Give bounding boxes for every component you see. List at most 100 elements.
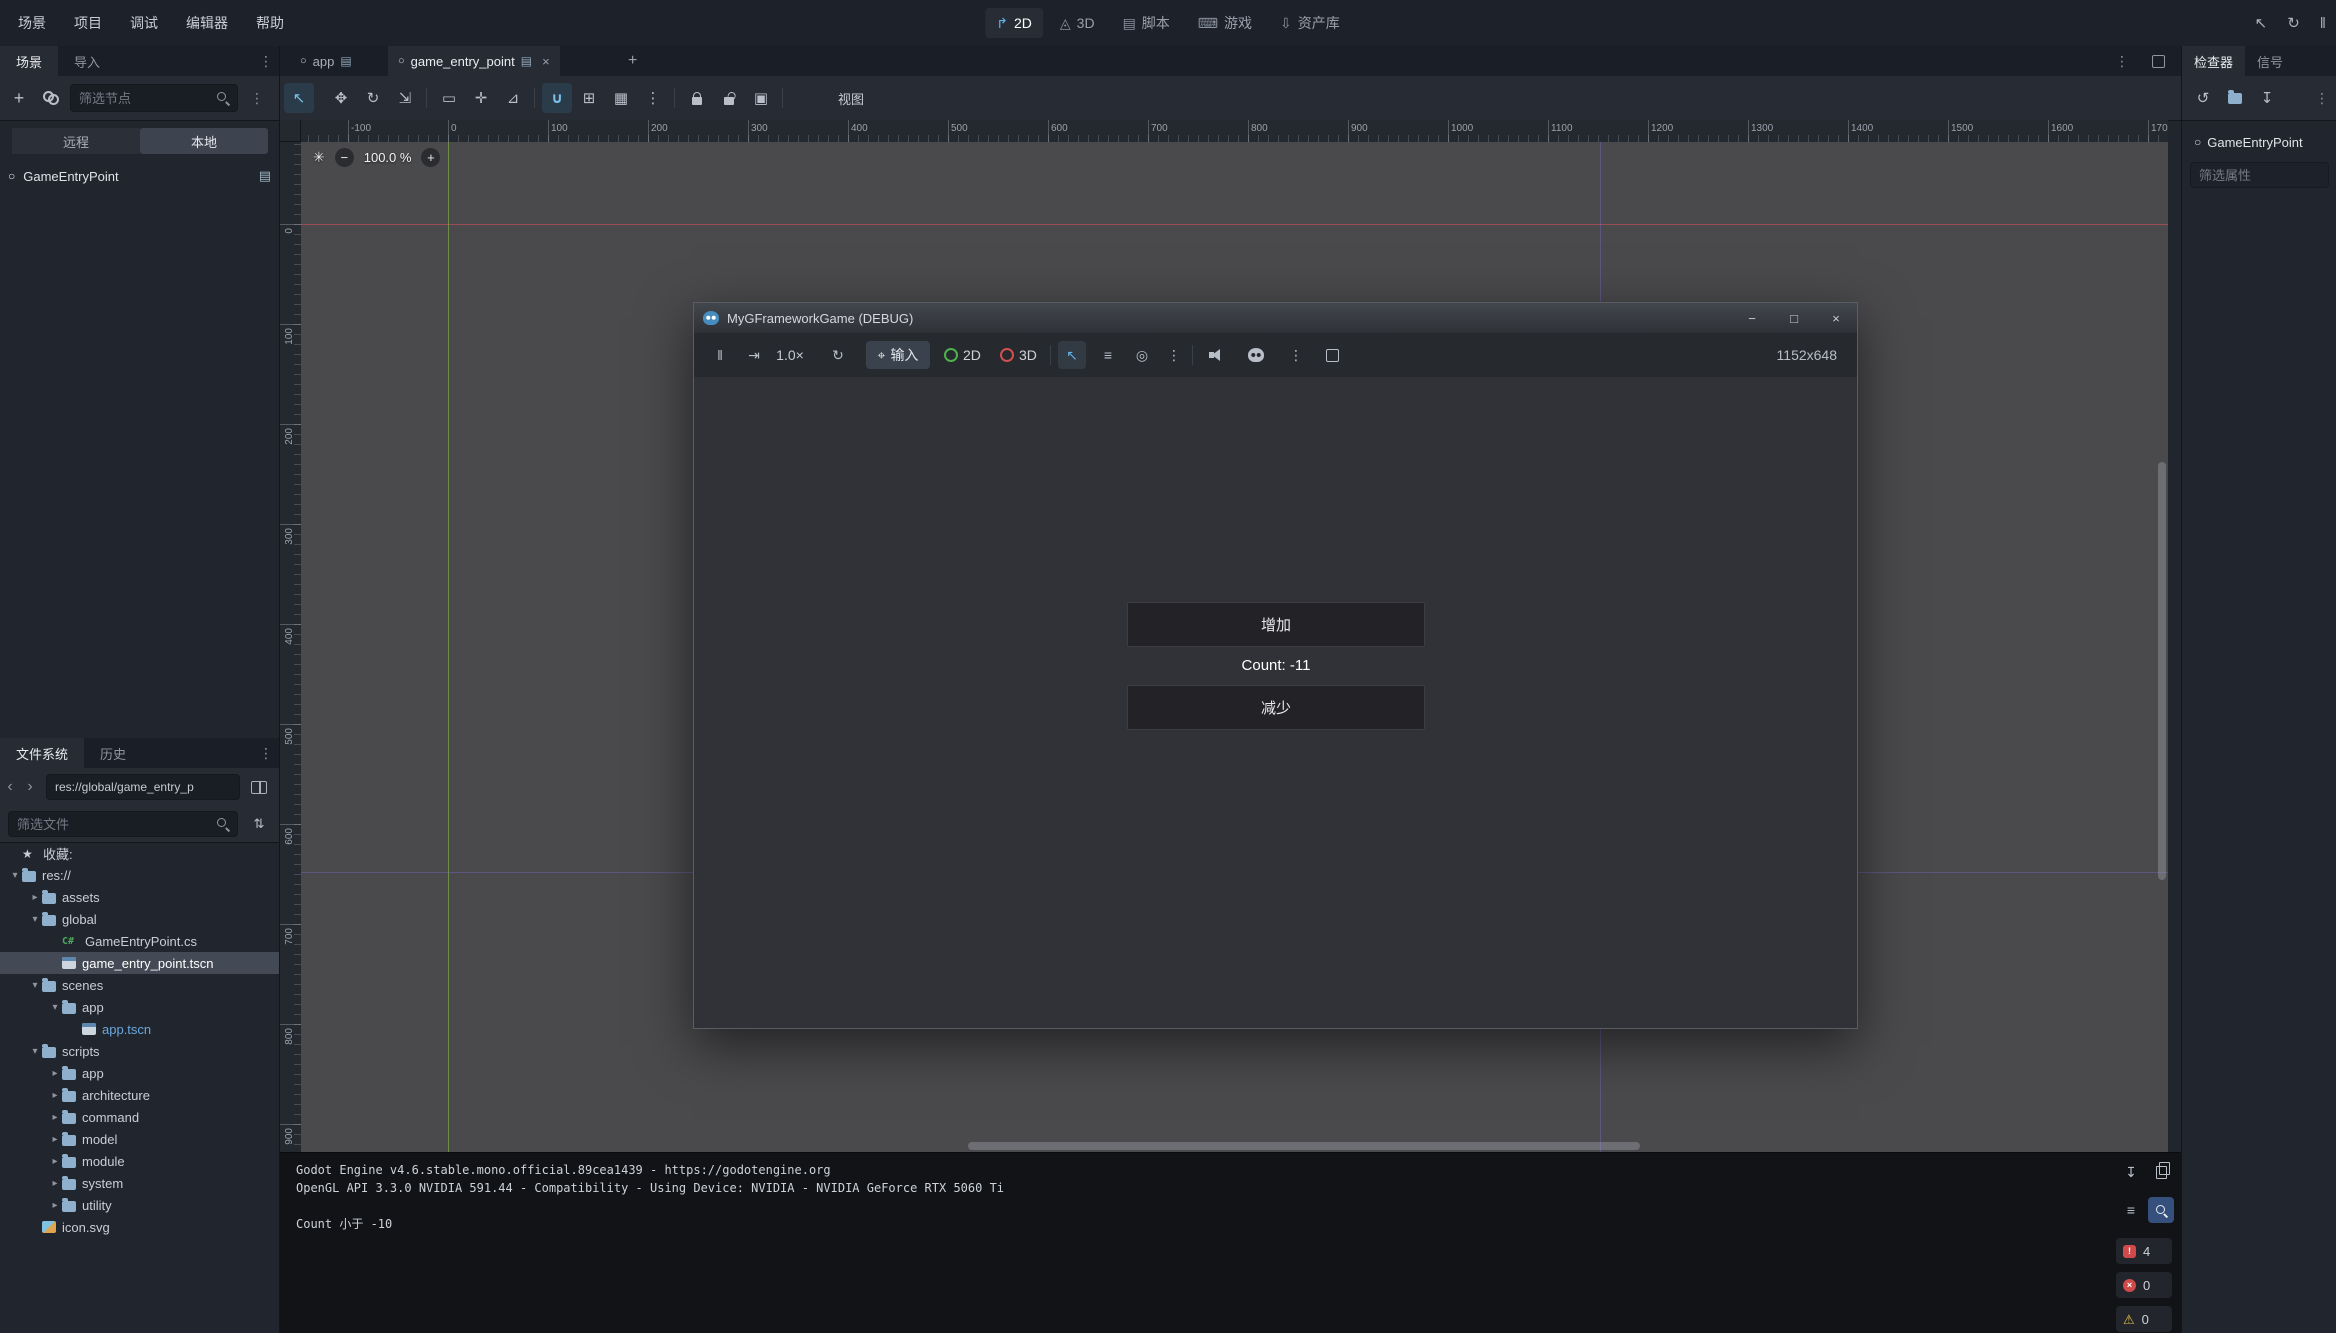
tab-filesystem[interactable]: 文件系统 bbox=[0, 738, 84, 768]
zoom-level[interactable]: 100.0 % bbox=[364, 150, 412, 165]
pause-game-icon[interactable]: ‖ bbox=[706, 341, 734, 369]
speed-label[interactable]: 1.0× bbox=[776, 341, 804, 369]
visibility-icon[interactable]: ◎ bbox=[1128, 341, 1156, 369]
warnings-badge[interactable]: ⚠ 0 bbox=[2116, 1306, 2172, 1332]
menu-project[interactable]: 项目 bbox=[60, 0, 116, 46]
file-tree-item[interactable]: ▸module bbox=[0, 1150, 279, 1172]
unlock-button[interactable] bbox=[714, 83, 744, 113]
file-tree-item[interactable]: ▾global bbox=[0, 908, 279, 930]
move-tool-button[interactable]: ✥ bbox=[326, 83, 356, 113]
game-more-icon[interactable]: ⋮ bbox=[1160, 341, 1188, 369]
input-mode-button[interactable]: ⌖ 输入 bbox=[866, 341, 930, 369]
file-tree-item[interactable]: app.tscn bbox=[0, 1018, 279, 1040]
zoom-out-button[interactable]: − bbox=[335, 148, 354, 167]
minimize-button[interactable]: − bbox=[1731, 303, 1773, 333]
word-wrap-button[interactable]: ≡ bbox=[2118, 1197, 2144, 1223]
grid-toggle-button[interactable]: ▦ bbox=[606, 83, 636, 113]
tab-import-dock[interactable]: 导入 bbox=[58, 46, 116, 76]
filter-nodes-input[interactable] bbox=[70, 84, 238, 112]
3d-mode-button[interactable]: 3D bbox=[1000, 341, 1037, 369]
script-badge-icon[interactable]: ▤ bbox=[340, 54, 351, 68]
errors-badge[interactable]: × 0 bbox=[2116, 1272, 2172, 1298]
pick-icon[interactable]: ↖ bbox=[2255, 14, 2268, 32]
inspector-more-icon[interactable]: ⋮ bbox=[2311, 83, 2333, 113]
ruler-tool-button[interactable]: ⊿ bbox=[498, 83, 528, 113]
rotate-tool-button[interactable]: ↻ bbox=[358, 83, 388, 113]
split-view-icon[interactable] bbox=[246, 772, 272, 802]
debugger-errors-badge[interactable]: ! 4 bbox=[2116, 1238, 2172, 1264]
close-button[interactable]: × bbox=[1815, 303, 1857, 333]
inspector-node-row[interactable]: ○ GameEntryPoint bbox=[2194, 130, 2329, 154]
current-path[interactable]: res://global/game_entry_p bbox=[46, 774, 240, 800]
tab-inspector[interactable]: 检查器 bbox=[2182, 46, 2245, 76]
script-badge-icon[interactable]: ▤ bbox=[259, 168, 271, 184]
menu-debug[interactable]: 调试 bbox=[116, 0, 172, 46]
decrease-button[interactable]: 减少 bbox=[1127, 685, 1425, 730]
workspace-3d[interactable]: ◬ 3D bbox=[1049, 8, 1106, 38]
scene-dock-more-icon[interactable]: ⋮ bbox=[246, 83, 268, 113]
expand-arrow-icon[interactable]: ▸ bbox=[48, 1090, 62, 1101]
file-tree-item[interactable]: C#GameEntryPoint.cs bbox=[0, 930, 279, 952]
workspace-assetlib[interactable]: ⇩ 资产库 bbox=[1269, 8, 1351, 38]
game-window-titlebar[interactable]: MyGFrameworkGame (DEBUG) − □ × bbox=[694, 303, 1857, 333]
pan-tool-button[interactable]: ✛ bbox=[466, 83, 496, 113]
script-badge-icon[interactable]: ▤ bbox=[521, 54, 532, 68]
distraction-free-icon[interactable] bbox=[2152, 46, 2165, 76]
restart-icon[interactable]: ↻ bbox=[2287, 14, 2300, 32]
file-tree-item[interactable]: ▾app bbox=[0, 996, 279, 1018]
expand-arrow-icon[interactable]: ▸ bbox=[48, 1068, 62, 1079]
scene-tabs-menu-icon[interactable]: ⋮ bbox=[2111, 46, 2133, 76]
save-resource-button[interactable]: ↧ bbox=[2254, 83, 2280, 113]
scene-tree-root-node[interactable]: ○ GameEntryPoint ▤ bbox=[0, 164, 279, 188]
smart-snap-button[interactable]: ∪ bbox=[542, 83, 572, 113]
scroll-to-end-button[interactable]: ↧ bbox=[2118, 1159, 2144, 1185]
expand-arrow-icon[interactable]: ▸ bbox=[48, 1112, 62, 1123]
file-tree-item[interactable]: ▾scenes bbox=[0, 974, 279, 996]
zoom-in-button[interactable]: + bbox=[421, 148, 440, 167]
game-overflow-icon[interactable]: ⋮ bbox=[1282, 341, 1310, 369]
new-scene-tab-button[interactable]: + bbox=[618, 46, 647, 76]
tab-history[interactable]: 历史 bbox=[84, 738, 142, 768]
filter-files-input[interactable] bbox=[8, 811, 238, 837]
load-resource-button[interactable] bbox=[2222, 83, 2248, 113]
expand-arrow-icon[interactable]: ▸ bbox=[48, 1178, 62, 1189]
h-scrollbar-thumb[interactable] bbox=[968, 1142, 1640, 1150]
list-select-button[interactable]: ▭ bbox=[434, 83, 464, 113]
file-tree-item[interactable]: ★收藏: bbox=[0, 842, 279, 864]
audio-mute-button[interactable] bbox=[1202, 341, 1230, 369]
file-tree-item[interactable]: ▾scripts bbox=[0, 1040, 279, 1062]
local-button[interactable]: 本地 bbox=[140, 128, 268, 154]
workspace-game[interactable]: ⌨ 游戏 bbox=[1187, 8, 1263, 38]
lock-button[interactable] bbox=[682, 83, 712, 113]
add-node-button[interactable]: + bbox=[4, 83, 34, 113]
nav-forward-icon[interactable]: › bbox=[20, 772, 40, 802]
maximize-button[interactable]: □ bbox=[1773, 303, 1815, 333]
file-tree-item[interactable]: icon.svg bbox=[0, 1216, 279, 1238]
scene-tab-game-entry-point[interactable]: ○ game_entry_point ▤ × bbox=[388, 46, 560, 76]
expand-arrow-icon[interactable]: ▾ bbox=[48, 1002, 62, 1013]
filter-properties-input[interactable] bbox=[2190, 162, 2329, 188]
fullscreen-button[interactable] bbox=[1318, 341, 1346, 369]
file-tree-item[interactable]: ▸command bbox=[0, 1106, 279, 1128]
filesystem-menu-icon[interactable]: ⋮ bbox=[255, 738, 277, 768]
workspace-2d[interactable]: ↱ 2D bbox=[985, 8, 1043, 38]
select-mode-button[interactable]: ↖ bbox=[1058, 341, 1086, 369]
close-tab-icon[interactable]: × bbox=[542, 54, 550, 69]
scale-tool-button[interactable]: ⇲ bbox=[390, 83, 420, 113]
expand-arrow-icon[interactable]: ▾ bbox=[28, 914, 42, 925]
2d-mode-button[interactable]: 2D bbox=[944, 341, 981, 369]
expand-arrow-icon[interactable]: ▾ bbox=[28, 1046, 42, 1057]
snap-options-icon[interactable]: ⋮ bbox=[638, 83, 668, 113]
expand-arrow-icon[interactable]: ▸ bbox=[48, 1200, 62, 1211]
select-tool-button[interactable]: ↖ bbox=[284, 83, 314, 113]
next-frame-icon[interactable]: ⇥ bbox=[740, 341, 768, 369]
menu-scene[interactable]: 场景 bbox=[4, 0, 60, 46]
tab-scene-dock[interactable]: 场景 bbox=[0, 46, 58, 76]
tab-signals[interactable]: 信号 bbox=[2245, 46, 2295, 76]
expand-arrow-icon[interactable]: ▸ bbox=[48, 1134, 62, 1145]
file-tree-item[interactable]: ▾res:// bbox=[0, 864, 279, 886]
file-tree-item[interactable]: ▸system bbox=[0, 1172, 279, 1194]
expand-arrow-icon[interactable]: ▾ bbox=[28, 980, 42, 991]
nav-back-icon[interactable]: ‹ bbox=[0, 772, 20, 802]
instantiate-scene-button[interactable] bbox=[36, 83, 66, 113]
